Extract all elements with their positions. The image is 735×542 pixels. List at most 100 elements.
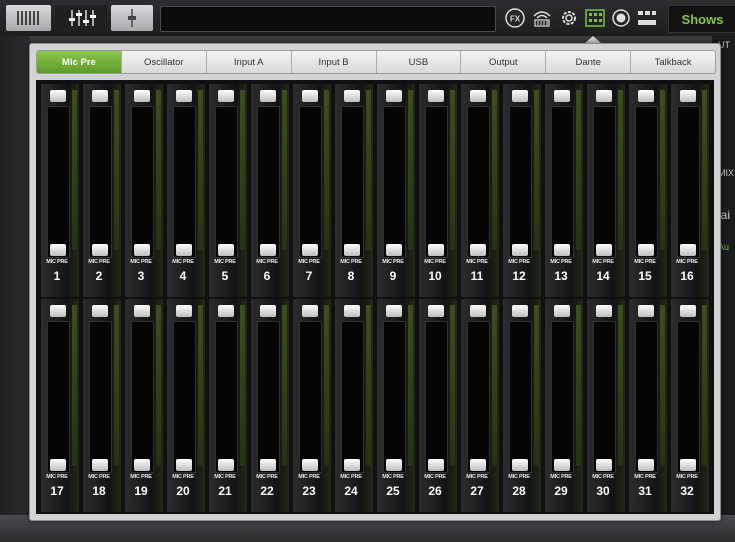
fader-handle[interactable] xyxy=(92,459,108,471)
select-button[interactable] xyxy=(92,305,108,317)
channel-strip[interactable]: MIC PRE 9 xyxy=(377,84,415,297)
channel-strip[interactable]: MIC PRE 10 xyxy=(419,84,457,297)
select-button[interactable] xyxy=(344,90,360,102)
channel-strip[interactable]: MIC PRE 5 xyxy=(209,84,247,297)
record-button[interactable] xyxy=(609,6,633,30)
select-button[interactable] xyxy=(134,90,150,102)
fader-handle[interactable] xyxy=(176,244,192,256)
select-button[interactable] xyxy=(302,305,318,317)
fader-view-button[interactable] xyxy=(111,5,153,31)
channel-strip[interactable]: MIC PRE 26 xyxy=(419,299,457,512)
select-button[interactable] xyxy=(596,305,612,317)
channel-strip[interactable]: MIC PRE 14 xyxy=(587,84,625,297)
fader-handle[interactable] xyxy=(470,459,486,471)
fader-handle[interactable] xyxy=(344,459,360,471)
fx-button[interactable]: FX xyxy=(503,6,527,30)
fader-handle[interactable] xyxy=(428,244,444,256)
select-button[interactable] xyxy=(680,305,696,317)
select-button[interactable] xyxy=(344,305,360,317)
select-button[interactable] xyxy=(428,305,444,317)
select-button[interactable] xyxy=(512,90,528,102)
fader-handle[interactable] xyxy=(134,459,150,471)
select-button[interactable] xyxy=(470,305,486,317)
select-button[interactable] xyxy=(50,90,66,102)
select-button[interactable] xyxy=(638,90,654,102)
fader-handle[interactable] xyxy=(512,244,528,256)
channel-strip[interactable]: MIC PRE 18 xyxy=(83,299,121,512)
channel-strip[interactable]: MIC PRE 21 xyxy=(209,299,247,512)
select-button[interactable] xyxy=(92,90,108,102)
fader-handle[interactable] xyxy=(176,459,192,471)
channel-strip[interactable]: MIC PRE 20 xyxy=(167,299,205,512)
tab-input-b[interactable]: Input B xyxy=(292,51,377,73)
tab-dante[interactable]: Dante xyxy=(546,51,632,73)
fader-handle[interactable] xyxy=(302,459,318,471)
tab-talkback[interactable]: Talkback xyxy=(631,51,715,73)
mixer-view-button[interactable] xyxy=(6,5,51,31)
select-button[interactable] xyxy=(638,305,654,317)
channel-strip[interactable]: MIC PRE 22 xyxy=(251,299,289,512)
channel-strip[interactable]: MIC PRE 11 xyxy=(461,84,499,297)
channel-strip[interactable]: MIC PRE 12 xyxy=(503,84,541,297)
fader-handle[interactable] xyxy=(638,244,654,256)
channel-strip[interactable]: MIC PRE 19 xyxy=(125,299,163,512)
fader-handle[interactable] xyxy=(218,459,234,471)
channel-strip[interactable]: MIC PRE 29 xyxy=(545,299,583,512)
shows-button[interactable]: Shows xyxy=(668,5,735,33)
select-button[interactable] xyxy=(428,90,444,102)
channel-strip[interactable]: MIC PRE 27 xyxy=(461,299,499,512)
channel-strip[interactable]: MIC PRE 32 xyxy=(671,299,709,512)
select-button[interactable] xyxy=(386,90,402,102)
channel-strip[interactable]: MIC PRE 24 xyxy=(335,299,373,512)
select-button[interactable] xyxy=(218,90,234,102)
channel-strip[interactable]: MIC PRE 28 xyxy=(503,299,541,512)
channel-strip[interactable]: MIC PRE 17 xyxy=(41,299,79,512)
fader-handle[interactable] xyxy=(554,244,570,256)
select-button[interactable] xyxy=(470,90,486,102)
settings-button[interactable] xyxy=(557,6,581,30)
channel-strip[interactable]: MIC PRE 30 xyxy=(587,299,625,512)
channel-strip[interactable]: MIC PRE 1 xyxy=(41,84,79,297)
channel-strip[interactable]: MIC PRE 23 xyxy=(293,299,331,512)
tab-input-a[interactable]: Input A xyxy=(207,51,292,73)
select-button[interactable] xyxy=(50,305,66,317)
select-button[interactable] xyxy=(134,305,150,317)
fader-handle[interactable] xyxy=(302,244,318,256)
fader-handle[interactable] xyxy=(596,459,612,471)
channel-strip[interactable]: MIC PRE 16 xyxy=(671,84,709,297)
channel-strip[interactable]: MIC PRE 7 xyxy=(293,84,331,297)
channel-strip[interactable]: MIC PRE 4 xyxy=(167,84,205,297)
fader-handle[interactable] xyxy=(260,244,276,256)
select-button[interactable] xyxy=(596,90,612,102)
fader-handle[interactable] xyxy=(428,459,444,471)
eq-view-button[interactable] xyxy=(55,5,107,31)
channel-strip[interactable]: MIC PRE 31 xyxy=(629,299,667,512)
fader-handle[interactable] xyxy=(680,459,696,471)
select-button[interactable] xyxy=(554,90,570,102)
select-button[interactable] xyxy=(176,305,192,317)
select-button[interactable] xyxy=(386,305,402,317)
fader-handle[interactable] xyxy=(680,244,696,256)
select-button[interactable] xyxy=(260,305,276,317)
wireless-button[interactable] xyxy=(530,6,554,30)
fader-handle[interactable] xyxy=(344,244,360,256)
select-button[interactable] xyxy=(554,305,570,317)
select-button[interactable] xyxy=(260,90,276,102)
fader-handle[interactable] xyxy=(470,244,486,256)
channel-strip[interactable]: MIC PRE 3 xyxy=(125,84,163,297)
fader-handle[interactable] xyxy=(386,459,402,471)
fader-handle[interactable] xyxy=(512,459,528,471)
fader-handle[interactable] xyxy=(554,459,570,471)
fader-handle[interactable] xyxy=(260,459,276,471)
select-button[interactable] xyxy=(512,305,528,317)
fader-handle[interactable] xyxy=(218,244,234,256)
channel-strip[interactable]: MIC PRE 6 xyxy=(251,84,289,297)
channel-strip[interactable]: MIC PRE 8 xyxy=(335,84,373,297)
channel-strip[interactable]: MIC PRE 25 xyxy=(377,299,415,512)
tab-usb[interactable]: USB xyxy=(377,51,462,73)
tab-output[interactable]: Output xyxy=(461,51,547,73)
fader-handle[interactable] xyxy=(638,459,654,471)
channel-strip[interactable]: MIC PRE 13 xyxy=(545,84,583,297)
meters-button[interactable] xyxy=(635,6,659,30)
select-button[interactable] xyxy=(680,90,696,102)
